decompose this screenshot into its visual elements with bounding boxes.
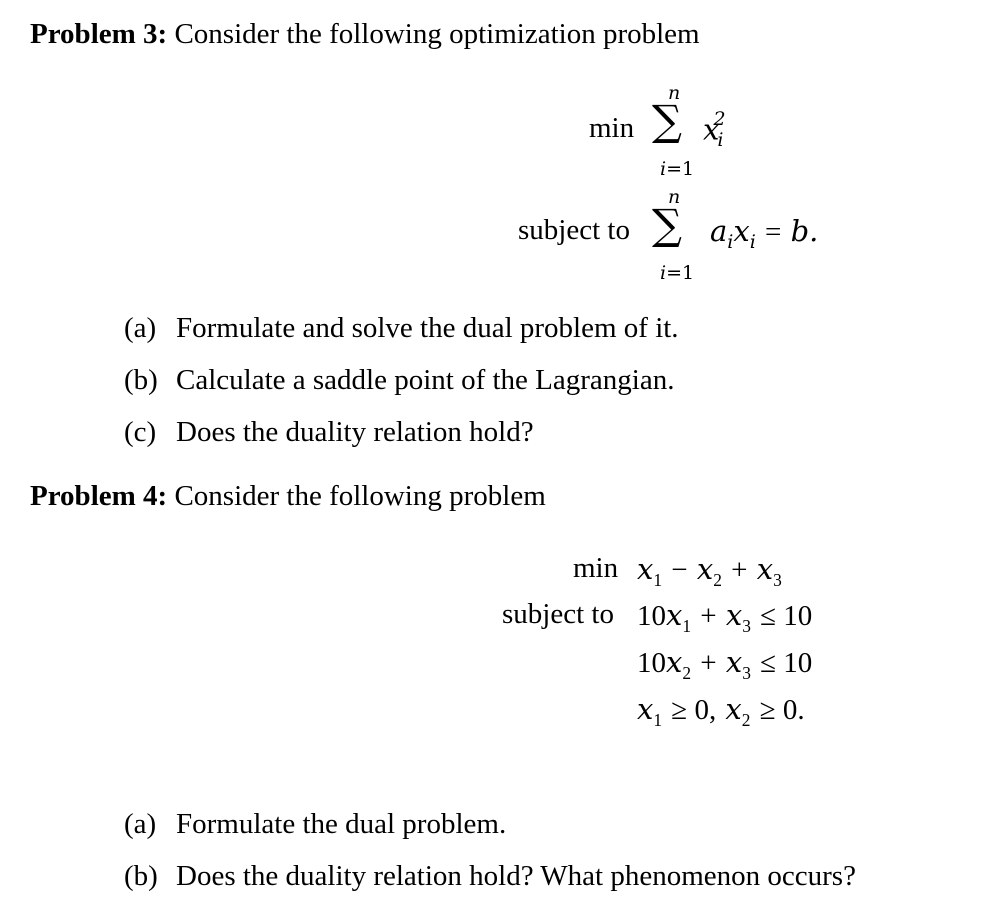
problem-3-part-c: (c) Does the duality relation hold?	[124, 416, 534, 449]
part-text: Formulate and solve the dual problem of …	[176, 312, 679, 344]
objective-expression: xi2	[703, 108, 726, 152]
part-text: Does the duality relation hold?	[176, 416, 534, 448]
sum-lower-limit: i=1	[660, 262, 694, 284]
objective-min-keyword: min	[573, 552, 619, 584]
summation-symbol: ∑	[652, 96, 682, 145]
constraint-expression: aixi = b.	[710, 214, 819, 253]
objective-min-keyword: min	[589, 112, 635, 144]
problem-4-part-b: (b) Does the duality relation hold? What …	[124, 860, 856, 893]
problem-4-title: Problem 4:	[30, 480, 168, 512]
sum-lower-limit: i=1	[660, 158, 694, 180]
problem-4-heading: Problem 4: Consider the following proble…	[30, 480, 546, 513]
problem-3-title: Problem 3:	[30, 18, 168, 50]
constraint-2: 10x2 + x3 ≤ 10	[637, 645, 813, 683]
summation-symbol: ∑	[652, 200, 682, 249]
problem-3-part-b: (b) Calculate a saddle point of the Lagra…	[124, 364, 674, 397]
part-text: Calculate a saddle point of the Lagrangi…	[176, 364, 675, 396]
problem-4-part-a: (a) Formulate the dual problem.	[124, 808, 506, 841]
problem-3-part-a: (a) Formulate and solve the dual problem …	[124, 312, 679, 345]
part-text: Does the duality relation hold? What phe…	[176, 860, 856, 892]
part-text: Formulate the dual problem.	[176, 808, 507, 840]
part-label: (a)	[124, 312, 157, 344]
problem-3-heading: Problem 3: Consider the following optimi…	[30, 18, 700, 51]
problem-4-intro: Consider the following problem	[174, 480, 546, 512]
problem-3-intro: Consider the following optimization prob…	[174, 18, 700, 50]
part-label: (a)	[124, 808, 157, 840]
subject-to-keyword: subject to	[502, 598, 614, 630]
constraint-3: x1 ≥ 0, x2 ≥ 0.	[637, 692, 805, 730]
subject-to-keyword: subject to	[518, 214, 630, 246]
part-label: (b)	[124, 364, 158, 396]
part-label: (b)	[124, 860, 158, 892]
sum-index-start: =1	[666, 262, 695, 284]
objective-expression: x1 − x2 + x3	[637, 552, 782, 590]
constraint-1: 10x1 + x3 ≤ 10	[637, 598, 813, 636]
part-label: (c)	[124, 416, 157, 448]
sum-index-start: =1	[666, 158, 695, 180]
